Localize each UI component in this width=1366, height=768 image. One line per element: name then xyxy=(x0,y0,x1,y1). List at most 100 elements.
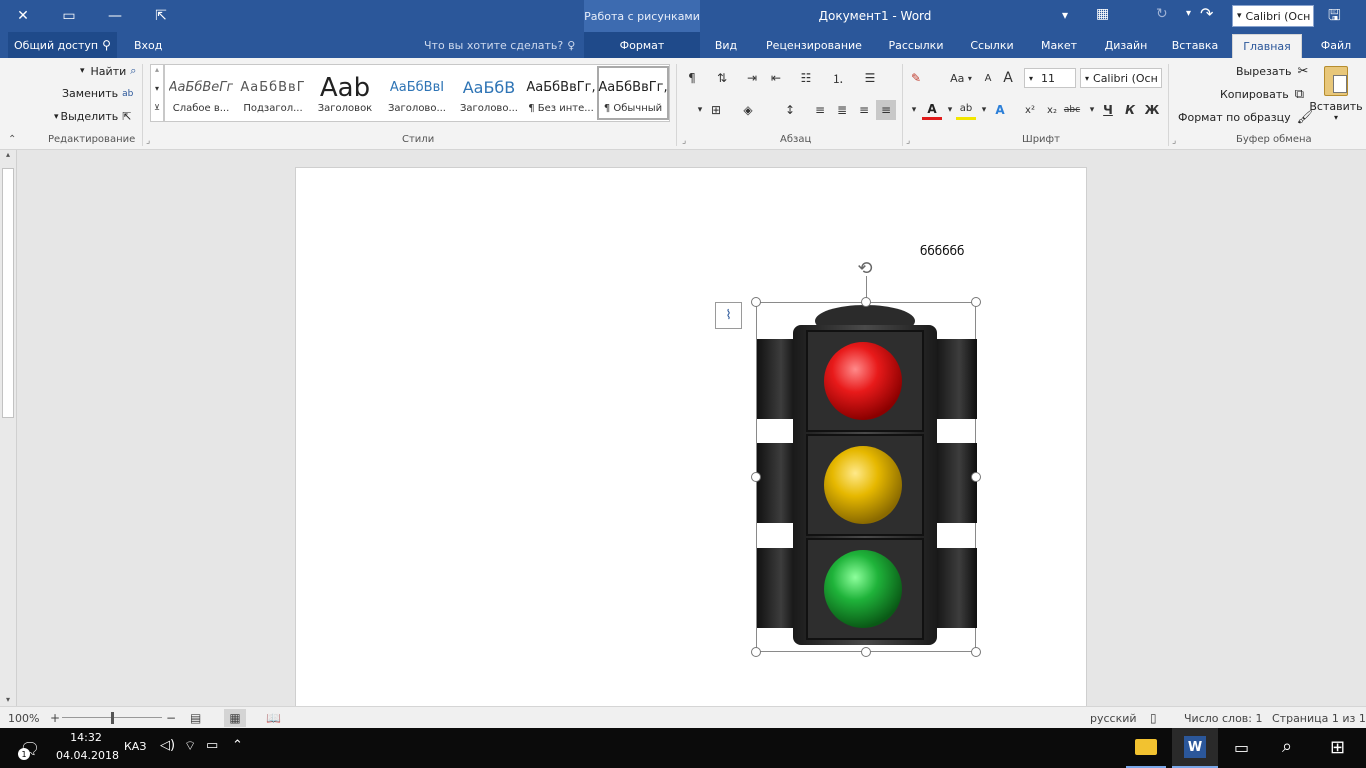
highlight-icon[interactable]: ab xyxy=(956,100,976,120)
rotate-icon[interactable]: ⟲ xyxy=(852,258,878,280)
close-button[interactable]: ✕ xyxy=(0,0,46,32)
font-name-select[interactable]: ▾ Calibri (Осн xyxy=(1080,68,1162,88)
clock-date[interactable]: 04.04.2018 xyxy=(56,749,119,762)
style-subtle-emphasis[interactable]: АаБбВеГг Слабое в... xyxy=(165,66,237,120)
shrink-font-button[interactable]: A xyxy=(978,68,998,88)
qat-font-box[interactable]: ▾ Calibri (Осн xyxy=(1232,5,1314,27)
underline-button[interactable]: Ч xyxy=(1098,100,1118,120)
task-view-icon[interactable]: ▭ xyxy=(1234,738,1249,757)
traffic-light-picture[interactable] xyxy=(756,302,977,652)
resize-handle[interactable] xyxy=(751,472,761,482)
battery-icon[interactable]: ▭ xyxy=(206,738,218,753)
styles-scroll[interactable]: ▴ ▾ ⊻ xyxy=(150,64,164,122)
tab-references[interactable]: Ссылки xyxy=(962,32,1022,58)
document-page[interactable]: бббббб ⌇ ⟲ xyxy=(295,167,1087,707)
save-icon[interactable]: 🖫 xyxy=(1328,5,1341,30)
signin-link[interactable]: Вход xyxy=(128,32,168,58)
tab-review[interactable]: Рецензирование xyxy=(756,32,872,58)
multilevel-list-icon[interactable]: ☷ xyxy=(796,68,816,88)
decrease-indent-icon[interactable]: ⇤ xyxy=(766,68,786,88)
text-effects-icon[interactable]: A xyxy=(990,100,1010,120)
select-button[interactable]: ▾ Выделить ⇱ xyxy=(54,110,131,123)
collapse-ribbon-icon[interactable]: ⌃ xyxy=(8,134,16,145)
resize-handle[interactable] xyxy=(861,297,871,307)
copy-button[interactable]: Копировать ⧉ xyxy=(1220,87,1304,102)
line-spacing-icon[interactable]: ↕ xyxy=(780,100,800,120)
tab-format[interactable]: Формат xyxy=(584,32,700,58)
file-explorer-taskbar-button[interactable] xyxy=(1126,728,1166,768)
style-heading-2[interactable]: АаБбВвI Заголово... xyxy=(381,66,453,120)
scroll-up-icon[interactable]: ▴ xyxy=(0,150,16,166)
minimize-button[interactable]: — xyxy=(92,0,138,32)
zoom-out-button[interactable]: − xyxy=(166,707,176,729)
read-mode-icon[interactable]: 📖 xyxy=(266,707,281,729)
paste-button[interactable]: Вставить ▾ xyxy=(1308,62,1364,132)
tell-me-box[interactable]: Что вы хотите сделать? ♀ xyxy=(418,32,581,58)
borders-icon[interactable]: ⊞ xyxy=(706,100,726,120)
zoom-slider-thumb[interactable] xyxy=(111,712,114,724)
clear-formatting-icon[interactable]: ✎ xyxy=(906,68,926,88)
document-text[interactable]: бббббб xyxy=(920,244,964,258)
search-icon[interactable]: ⌕ xyxy=(1282,736,1292,757)
network-icon[interactable]: ⌔ xyxy=(184,738,196,754)
undo-dropdown-icon[interactable]: ▾ xyxy=(1186,8,1191,19)
tab-mailings[interactable]: Рассылки xyxy=(877,32,955,58)
ribbon-display-options-button[interactable]: ⇱ xyxy=(138,0,184,32)
resize-handle[interactable] xyxy=(751,647,761,657)
align-left-icon[interactable]: ≡ xyxy=(876,100,896,120)
dialog-launcher-icon[interactable]: ⌟ xyxy=(146,136,150,146)
dialog-launcher-icon[interactable]: ⌟ xyxy=(906,136,910,146)
zoom-level[interactable]: 100% xyxy=(8,707,39,729)
font-color-button[interactable]: A xyxy=(922,100,942,120)
customize-qat-icon[interactable]: ▾ xyxy=(1062,8,1068,22)
format-painter-button[interactable]: Формат по образцу 🖌 xyxy=(1178,110,1313,125)
web-layout-icon[interactable]: ▤ xyxy=(190,707,201,729)
share-button[interactable]: Общий доступ ⚲ xyxy=(8,32,117,58)
style-title[interactable]: Aab Заголовок xyxy=(309,66,381,120)
resize-handle[interactable] xyxy=(971,472,981,482)
tab-home[interactable]: Главная xyxy=(1232,34,1302,58)
dialog-launcher-icon[interactable]: ⌟ xyxy=(1172,136,1176,146)
layout-options-icon[interactable]: ⌇ xyxy=(715,302,742,329)
sort-icon[interactable]: ⇅ xyxy=(712,68,732,88)
find-button[interactable]: ▾ Найти ⌕ xyxy=(80,64,136,78)
vertical-scrollbar[interactable]: ▴ ▾ xyxy=(0,150,17,706)
pilcrow-icon[interactable]: ¶ xyxy=(682,68,702,88)
tab-file[interactable]: Файл xyxy=(1310,32,1362,58)
show-hidden-icons[interactable]: ⌃ xyxy=(232,738,243,753)
page-count[interactable]: Страница 1 из 1 xyxy=(1272,707,1366,729)
resize-handle[interactable] xyxy=(971,647,981,657)
replace-button[interactable]: Заменить ab xyxy=(62,87,133,100)
strikethrough-button[interactable]: abc xyxy=(1062,100,1082,120)
resize-handle[interactable] xyxy=(751,297,761,307)
tab-view[interactable]: Вид xyxy=(706,32,746,58)
word-count[interactable]: Число слов: 1 xyxy=(1184,707,1263,729)
word-taskbar-button[interactable]: W xyxy=(1172,728,1218,768)
numbering-icon[interactable]: ⒈ xyxy=(828,68,848,88)
increase-indent-icon[interactable]: ⇥ xyxy=(742,68,762,88)
style-subtitle[interactable]: АаБбВвГ Подзагол... xyxy=(237,66,309,120)
align-right-icon[interactable]: ≣ xyxy=(832,100,852,120)
dialog-launcher-icon[interactable]: ⌟ xyxy=(682,136,686,146)
clock-time[interactable]: 14:32 xyxy=(56,731,116,744)
table-icon[interactable]: ▦ xyxy=(1096,6,1109,22)
language-status[interactable]: русский xyxy=(1090,707,1137,729)
zoom-in-button[interactable]: + xyxy=(50,707,60,729)
repeat-icon[interactable]: ↻ xyxy=(1156,6,1168,22)
style-heading-1[interactable]: АаБбВ Заголово... xyxy=(453,66,525,120)
shading-icon[interactable]: ◈ xyxy=(738,100,758,120)
subscript-button[interactable]: x₂ xyxy=(1042,100,1062,120)
tab-layout[interactable]: Макет xyxy=(1032,32,1086,58)
scroll-up-icon[interactable]: ▴ xyxy=(151,65,163,84)
scroll-down-icon[interactable]: ▾ xyxy=(0,695,16,704)
input-language[interactable]: КАЗ xyxy=(124,740,146,753)
style-normal[interactable]: АаБбВвГг, ¶ Обычный xyxy=(597,66,669,120)
volume-icon[interactable]: ◁) xyxy=(160,738,175,753)
italic-button[interactable]: К xyxy=(1120,100,1140,120)
align-center-icon[interactable]: ≡ xyxy=(854,100,874,120)
justify-icon[interactable]: ≡ xyxy=(810,100,830,120)
print-layout-icon[interactable]: ▦ xyxy=(224,709,246,727)
tab-design[interactable]: Дизайн xyxy=(1096,32,1156,58)
resize-handle[interactable] xyxy=(861,647,871,657)
bold-button[interactable]: Ж xyxy=(1142,100,1162,120)
